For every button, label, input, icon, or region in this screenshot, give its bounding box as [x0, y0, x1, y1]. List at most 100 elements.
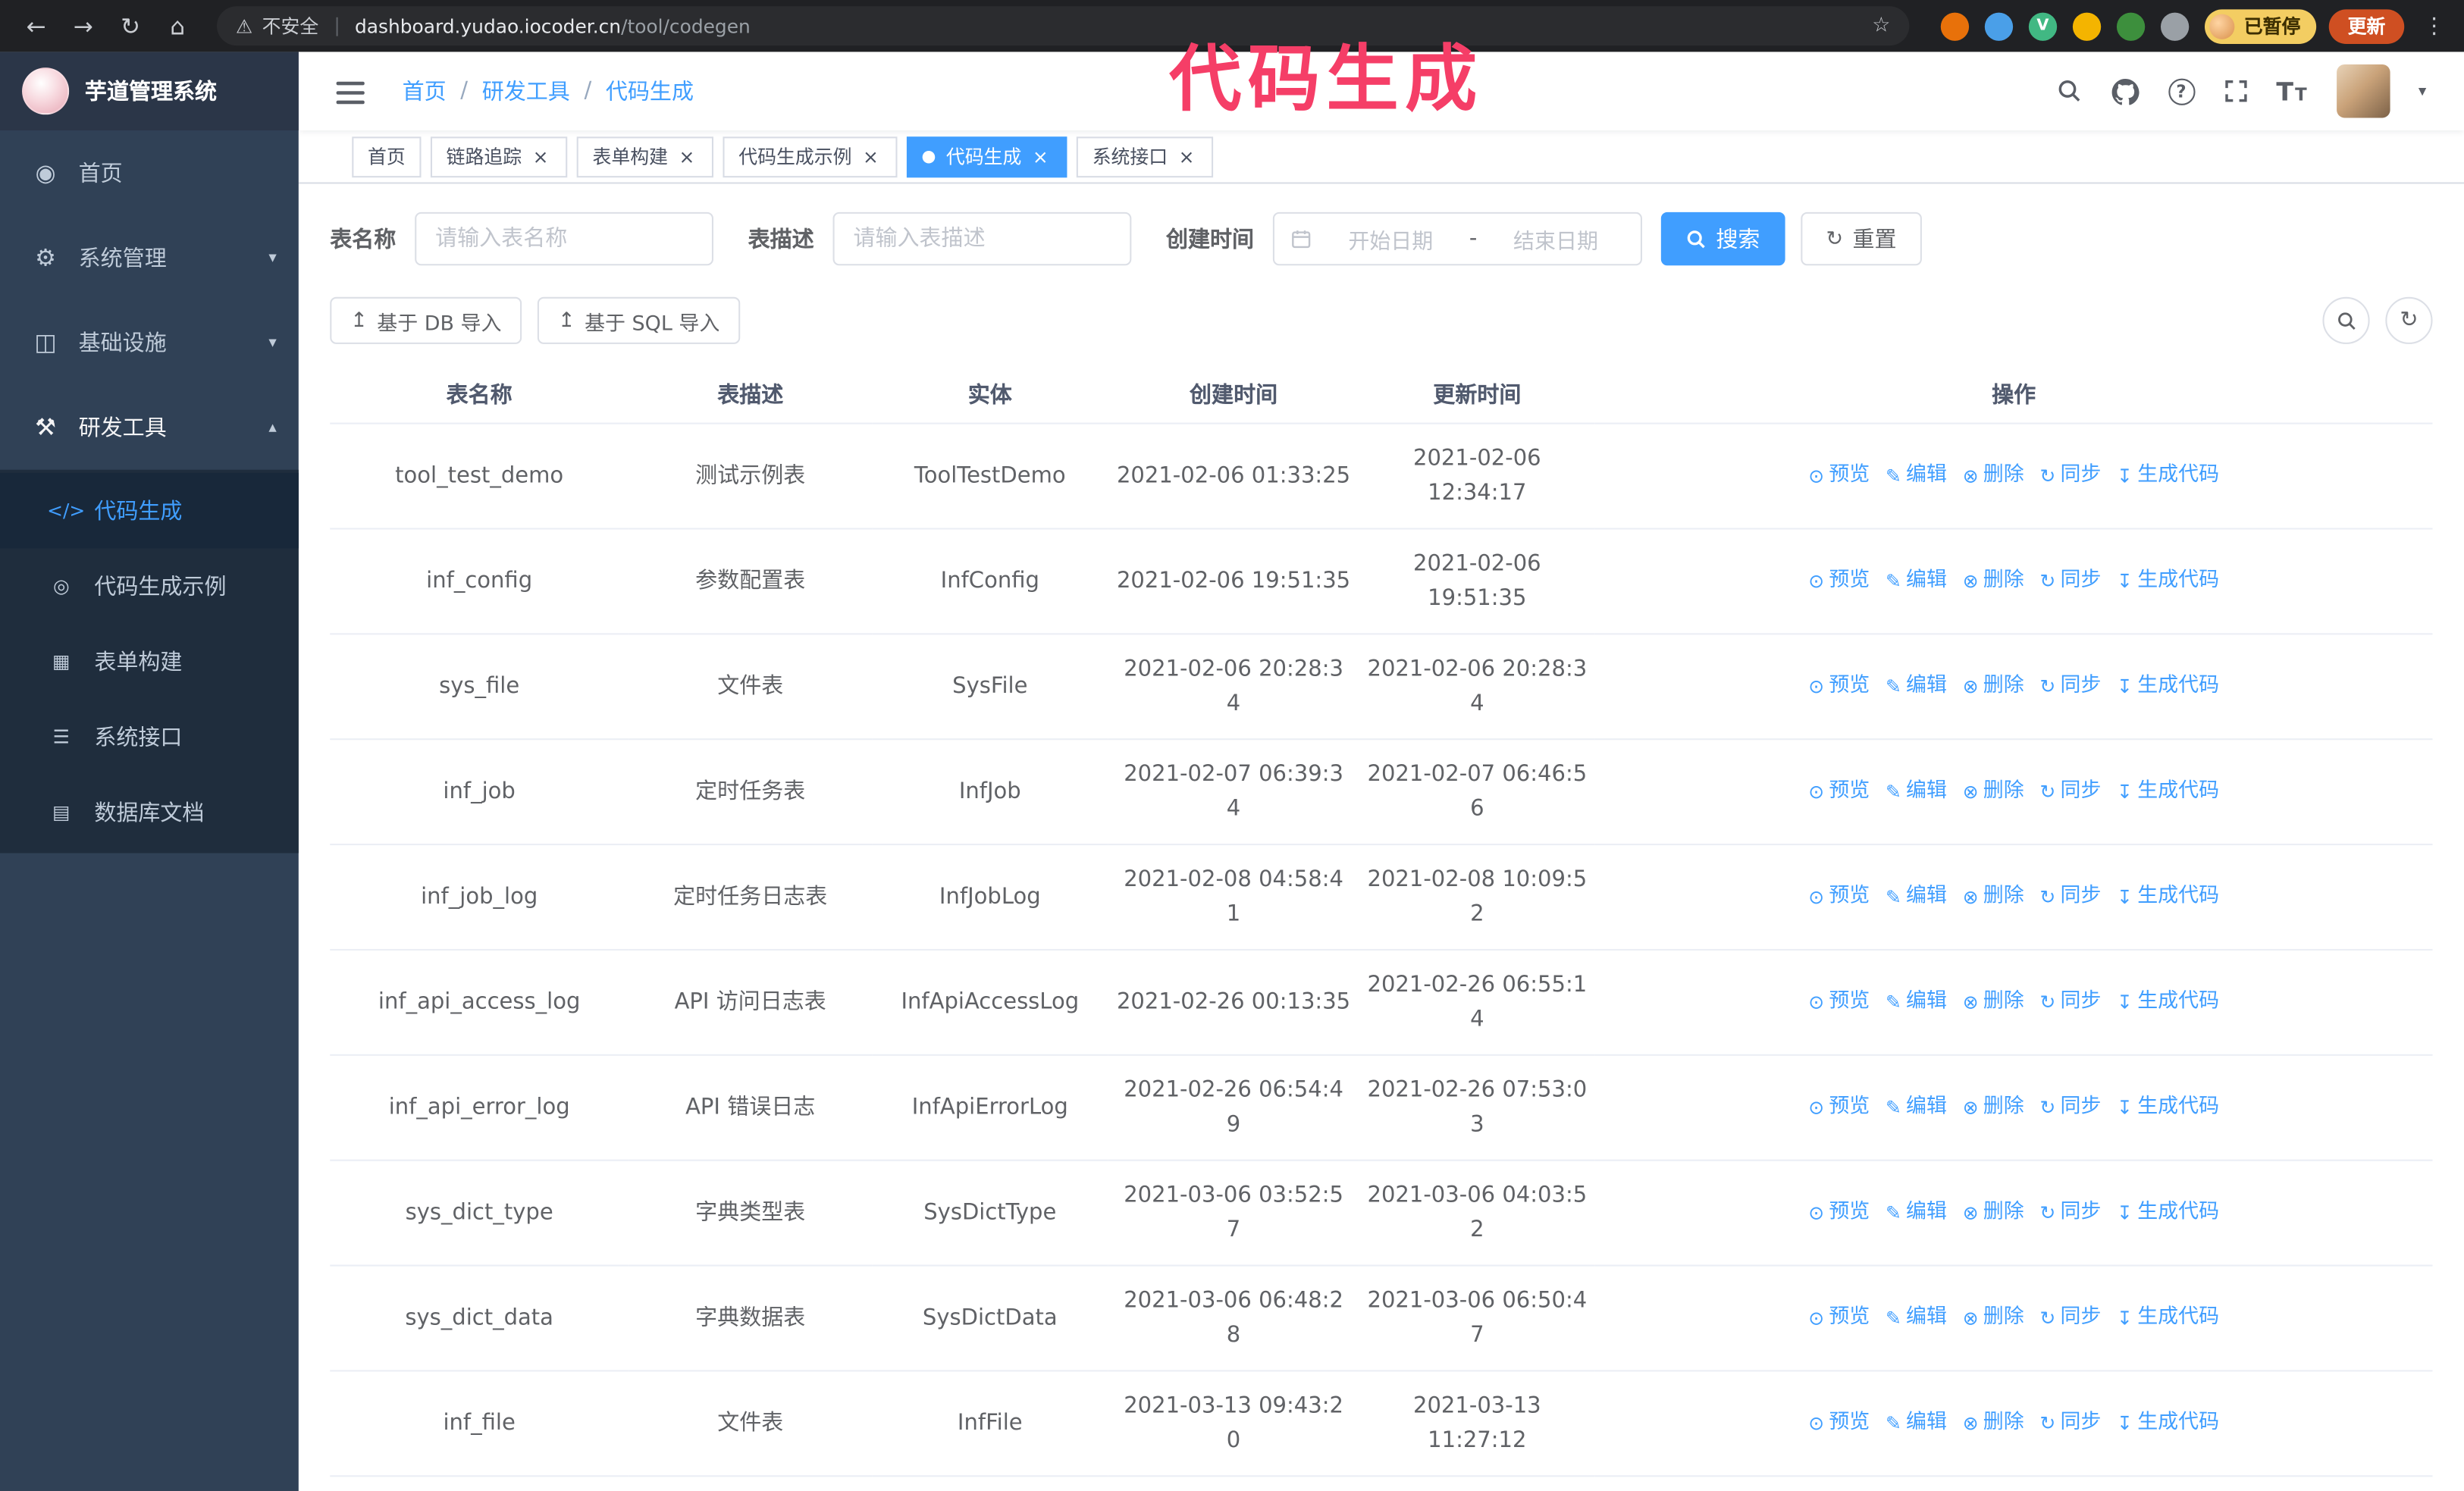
close-icon[interactable]: ×: [676, 146, 698, 168]
action-delete-link[interactable]: ⊗ 删除: [1963, 880, 2024, 915]
reload-icon[interactable]: ↻: [107, 12, 154, 40]
action-sync-link[interactable]: ↻ 同步: [2039, 564, 2101, 599]
action-edit-link[interactable]: ✎ 编辑: [1886, 564, 1947, 599]
tab-codegen[interactable]: 代码生成 ×: [907, 136, 1067, 177]
action-generate-link[interactable]: ↧ 生成代码: [2117, 669, 2219, 704]
action-sync-link[interactable]: ↻ 同步: [2039, 985, 2101, 1020]
action-preview-link[interactable]: ⊙ 预览: [1808, 1195, 1870, 1230]
search-button[interactable]: 搜索: [1660, 211, 1785, 266]
back-icon[interactable]: ←: [13, 12, 60, 40]
action-generate-link[interactable]: ↧ 生成代码: [2117, 1301, 2219, 1336]
font-size-icon[interactable]: TT: [2276, 77, 2308, 106]
action-generate-link[interactable]: ↧ 生成代码: [2117, 1406, 2219, 1441]
breadcrumb-item[interactable]: 研发工具: [482, 75, 570, 106]
extension-vue-icon[interactable]: V: [2028, 11, 2058, 40]
user-avatar[interactable]: [2337, 64, 2390, 118]
sidebar-subitem-codegen-demo[interactable]: ◎ 代码生成示例: [0, 548, 299, 623]
action-delete-link[interactable]: ⊗ 删除: [1963, 1195, 2024, 1230]
action-generate-link[interactable]: ↧ 生成代码: [2117, 564, 2219, 599]
app-logo[interactable]: 芋道管理系统: [0, 52, 299, 131]
sidebar-item-system[interactable]: ⚙ 系统管理 ▾: [0, 215, 299, 300]
extension-blue-icon[interactable]: [1984, 11, 2014, 40]
action-generate-link[interactable]: ↧ 生成代码: [2117, 775, 2219, 810]
action-sync-link[interactable]: ↻ 同步: [2039, 1301, 2101, 1336]
github-icon[interactable]: [2110, 77, 2140, 106]
toggle-search-button[interactable]: [2322, 296, 2370, 344]
action-preview-link[interactable]: ⊙ 预览: [1808, 459, 1870, 493]
action-edit-link[interactable]: ✎ 编辑: [1886, 985, 1947, 1020]
close-icon[interactable]: ×: [1030, 146, 1052, 168]
extension-puzzle-icon[interactable]: [2160, 11, 2190, 40]
action-edit-link[interactable]: ✎ 编辑: [1886, 775, 1947, 810]
action-delete-link[interactable]: ⊗ 删除: [1963, 564, 2024, 599]
sidebar-subitem-db-doc[interactable]: ▤ 数据库文档: [0, 775, 299, 850]
action-delete-link[interactable]: ⊗ 删除: [1963, 1090, 2024, 1125]
action-delete-link[interactable]: ⊗ 删除: [1963, 459, 2024, 493]
extension-grid-icon[interactable]: [2072, 11, 2102, 40]
action-edit-link[interactable]: ✎ 编辑: [1886, 669, 1947, 704]
tab-home[interactable]: 首页: [352, 136, 422, 177]
action-generate-link[interactable]: ↧ 生成代码: [2117, 1090, 2219, 1125]
forward-icon[interactable]: →: [60, 12, 107, 40]
action-edit-link[interactable]: ✎ 编辑: [1886, 1090, 1947, 1125]
breadcrumb-item[interactable]: 首页: [403, 75, 447, 106]
action-preview-link[interactable]: ⊙ 预览: [1808, 1301, 1870, 1336]
action-sync-link[interactable]: ↻ 同步: [2039, 459, 2101, 493]
date-range-picker[interactable]: 开始日期 - 结束日期: [1272, 211, 1642, 266]
action-preview-link[interactable]: ⊙ 预览: [1808, 985, 1870, 1020]
address-bar[interactable]: ⚠ 不安全 dashboard.yudao.iocoder.cn/tool/co…: [217, 6, 1910, 46]
action-sync-link[interactable]: ↻ 同步: [2039, 880, 2101, 915]
action-preview-link[interactable]: ⊙ 预览: [1808, 1406, 1870, 1441]
action-preview-link[interactable]: ⊙ 预览: [1808, 1090, 1870, 1125]
action-delete-link[interactable]: ⊗ 删除: [1963, 1406, 2024, 1441]
extension-orange-icon[interactable]: [1940, 11, 1970, 40]
action-generate-link[interactable]: ↧ 生成代码: [2117, 880, 2219, 915]
action-generate-link[interactable]: ↧ 生成代码: [2117, 459, 2219, 493]
action-generate-link[interactable]: ↧ 生成代码: [2117, 1195, 2219, 1230]
sidebar-item-infra[interactable]: ◫ 基础设施 ▾: [0, 300, 299, 385]
action-delete-link[interactable]: ⊗ 删除: [1963, 1301, 2024, 1336]
bookmark-star-icon[interactable]: ☆: [1872, 14, 1890, 38]
fullscreen-icon[interactable]: [2223, 79, 2248, 104]
action-sync-link[interactable]: ↻ 同步: [2039, 1090, 2101, 1125]
action-sync-link[interactable]: ↻ 同步: [2039, 669, 2101, 704]
action-edit-link[interactable]: ✎ 编辑: [1886, 1301, 1947, 1336]
action-delete-link[interactable]: ⊗ 删除: [1963, 775, 2024, 810]
refresh-table-button[interactable]: ↻: [2385, 296, 2433, 344]
sidebar-subitem-system-api[interactable]: ☰ 系统接口: [0, 699, 299, 774]
action-delete-link[interactable]: ⊗ 删除: [1963, 669, 2024, 704]
extension-terminal-icon[interactable]: [2116, 11, 2146, 40]
import-sql-button[interactable]: ↥ 基于 SQL 导入: [538, 296, 741, 344]
search-icon[interactable]: [2056, 79, 2081, 104]
action-edit-link[interactable]: ✎ 编辑: [1886, 1195, 1947, 1230]
tab-system-api[interactable]: 系统接口 ×: [1076, 136, 1214, 177]
hamburger-icon[interactable]: [333, 80, 368, 105]
action-preview-link[interactable]: ⊙ 预览: [1808, 880, 1870, 915]
tab-codegen-demo[interactable]: 代码生成示例 ×: [723, 136, 898, 177]
tab-tracer[interactable]: 链路追踪 ×: [430, 136, 568, 177]
action-sync-link[interactable]: ↻ 同步: [2039, 1195, 2101, 1230]
kebab-menu-icon[interactable]: ⋮: [2423, 14, 2445, 39]
action-edit-link[interactable]: ✎ 编辑: [1886, 459, 1947, 493]
close-icon[interactable]: ×: [530, 146, 552, 168]
import-db-button[interactable]: ↥ 基于 DB 导入: [330, 296, 522, 344]
close-icon[interactable]: ×: [1176, 146, 1198, 168]
action-generate-link[interactable]: ↧ 生成代码: [2117, 985, 2219, 1020]
action-sync-link[interactable]: ↻ 同步: [2039, 775, 2101, 810]
home-icon[interactable]: ⌂: [154, 12, 201, 40]
profile-paused-badge[interactable]: 已暂停: [2204, 8, 2317, 43]
reset-button[interactable]: ↻ 重置: [1801, 211, 1922, 266]
sidebar-item-home[interactable]: ◉ 首页: [0, 130, 299, 215]
table-name-input[interactable]: [415, 211, 714, 266]
action-delete-link[interactable]: ⊗ 删除: [1963, 985, 2024, 1020]
help-icon[interactable]: ?: [2168, 77, 2195, 105]
action-edit-link[interactable]: ✎ 编辑: [1886, 1406, 1947, 1441]
action-preview-link[interactable]: ⊙ 预览: [1808, 564, 1870, 599]
action-preview-link[interactable]: ⊙ 预览: [1808, 669, 1870, 704]
breadcrumb-item[interactable]: 代码生成: [606, 75, 694, 106]
action-edit-link[interactable]: ✎ 编辑: [1886, 880, 1947, 915]
tab-form-builder[interactable]: 表单构建 ×: [576, 136, 714, 177]
action-preview-link[interactable]: ⊙ 预览: [1808, 775, 1870, 810]
sidebar-subitem-codegen[interactable]: </> 代码生成: [0, 472, 299, 549]
action-sync-link[interactable]: ↻ 同步: [2039, 1406, 2101, 1441]
